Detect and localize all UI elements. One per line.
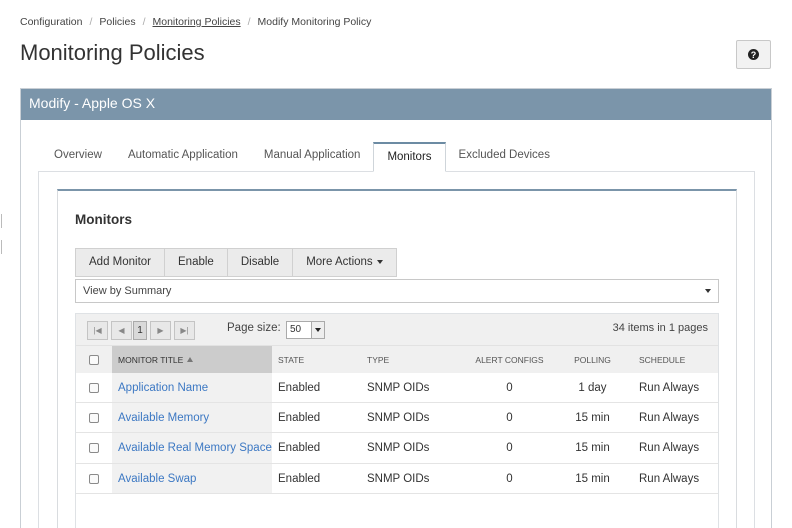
tab-overview[interactable]: Overview [41, 142, 115, 172]
cell-state: Enabled [278, 412, 321, 424]
column-polling[interactable]: POLLING [561, 346, 624, 373]
next-page-icon[interactable]: ▶ [150, 321, 171, 340]
cell-type: SNMP OIDs [367, 412, 430, 424]
select-all-checkbox-cell [76, 346, 112, 373]
column-schedule[interactable]: SCHEDULE [624, 346, 718, 373]
view-select-value: View by Summary [83, 285, 172, 297]
monitor-title-link[interactable]: Application Name [118, 382, 208, 394]
view-select[interactable]: View by Summary [75, 279, 719, 303]
row-checkbox[interactable] [89, 443, 99, 453]
cell-alert-configs: 0 [506, 442, 513, 454]
more-actions-label: More Actions [306, 256, 373, 268]
breadcrumb-separator: / [89, 16, 93, 28]
dropdown-arrow-icon [705, 289, 711, 293]
enable-button[interactable]: Enable [164, 248, 227, 277]
pager: |◀ ◀ 1 ▶ ▶| Page size: 50 34 items in 1 … [76, 314, 718, 346]
pager-info: 34 items in 1 pages [612, 322, 708, 334]
page-size-dropdown-icon [311, 322, 324, 338]
page-title: Monitoring Policies [20, 40, 205, 65]
more-actions-button[interactable]: More Actions [292, 248, 397, 277]
table-body: Application Name Enabled SNMP OIDs 0 1 d… [76, 373, 718, 494]
table-row: Available Memory Enabled SNMP OIDs 0 15 … [76, 403, 718, 433]
cell-schedule: Run Always [639, 382, 700, 394]
disable-button[interactable]: Disable [226, 248, 293, 277]
cell-type: SNMP OIDs [367, 442, 430, 454]
select-all-checkbox[interactable] [89, 354, 99, 365]
edge-marker [1, 240, 2, 254]
add-monitor-button[interactable]: Add Monitor [75, 248, 165, 277]
cell-state: Enabled [278, 382, 321, 394]
row-checkbox[interactable] [89, 413, 99, 423]
first-page-icon[interactable]: |◀ [87, 321, 108, 340]
breadcrumb-separator: / [247, 16, 251, 28]
page-size-select[interactable]: 50 [286, 321, 325, 339]
cell-polling: 1 day [578, 382, 607, 394]
cell-type: SNMP OIDs [367, 473, 430, 485]
modify-panel: Modify - Apple OS X Overview Automatic A… [20, 88, 772, 528]
breadcrumb-configuration[interactable]: Configuration [20, 16, 82, 28]
panel-title: Modify - Apple OS X [21, 89, 771, 120]
monitor-title-link[interactable]: Available Real Memory Space [118, 442, 272, 454]
tab-automatic-application[interactable]: Automatic Application [115, 142, 251, 172]
tab-monitors[interactable]: Monitors [373, 142, 446, 172]
table-row: Available Swap Enabled SNMP OIDs 0 15 mi… [76, 464, 718, 494]
column-alert-configs[interactable]: ALERT CONFIGS [458, 346, 561, 373]
tab-content: Monitors Add Monitor Enable Disable More… [38, 171, 755, 528]
cell-polling: 15 min [575, 442, 610, 454]
last-page-icon[interactable]: ▶| [174, 321, 195, 340]
breadcrumb-current: Modify Monitoring Policy [257, 16, 372, 28]
question-circle-icon: ? [748, 49, 759, 60]
page-size-label: Page size: [227, 322, 281, 334]
table-row: Application Name Enabled SNMP OIDs 0 1 d… [76, 373, 718, 403]
cell-schedule: Run Always [639, 442, 700, 454]
monitors-section: Monitors Add Monitor Enable Disable More… [57, 189, 737, 528]
policy-tabs: Overview Automatic Application Manual Ap… [41, 142, 563, 172]
cell-alert-configs: 0 [506, 412, 513, 424]
monitor-title-link[interactable]: Available Memory [118, 412, 209, 424]
breadcrumb-policies[interactable]: Policies [99, 16, 135, 28]
row-checkbox[interactable] [89, 474, 99, 484]
tab-excluded-devices[interactable]: Excluded Devices [446, 142, 563, 172]
sort-ascending-icon [187, 357, 194, 362]
tab-manual-application[interactable]: Manual Application [251, 142, 374, 172]
cell-polling: 15 min [575, 412, 610, 424]
column-state[interactable]: STATE [272, 346, 361, 373]
cell-alert-configs: 0 [506, 382, 513, 394]
cell-type: SNMP OIDs [367, 382, 430, 394]
page-number[interactable]: 1 [133, 321, 147, 340]
row-checkbox[interactable] [89, 383, 99, 393]
monitors-grid: |◀ ◀ 1 ▶ ▶| Page size: 50 34 items in 1 … [75, 313, 719, 528]
cell-schedule: Run Always [639, 473, 700, 485]
monitor-title-link[interactable]: Available Swap [118, 473, 196, 485]
breadcrumb-separator: / [142, 16, 146, 28]
cell-alert-configs: 0 [506, 473, 513, 485]
cell-state: Enabled [278, 442, 321, 454]
table-row: Available Real Memory Space Enabled SNMP… [76, 433, 718, 464]
edge-marker [1, 214, 2, 228]
monitor-toolbar: Add Monitor Enable Disable More Actions [75, 248, 397, 277]
column-monitor-title[interactable]: MONITOR TITLE [112, 346, 272, 373]
breadcrumb-monitoring-policies[interactable]: Monitoring Policies [153, 16, 241, 28]
cell-schedule: Run Always [639, 412, 700, 424]
section-title: Monitors [75, 212, 132, 227]
prev-page-icon[interactable]: ◀ [111, 321, 132, 340]
column-type[interactable]: TYPE [361, 346, 458, 373]
table-header: MONITOR TITLE STATE TYPE ALERT CONFIGS P… [76, 346, 718, 373]
page-size-value: 50 [290, 324, 302, 335]
breadcrumb: Configuration / Policies / Monitoring Po… [20, 16, 371, 28]
caret-down-icon [376, 259, 383, 264]
help-button[interactable]: ? [736, 40, 771, 69]
cell-polling: 15 min [575, 473, 610, 485]
cell-state: Enabled [278, 473, 321, 485]
